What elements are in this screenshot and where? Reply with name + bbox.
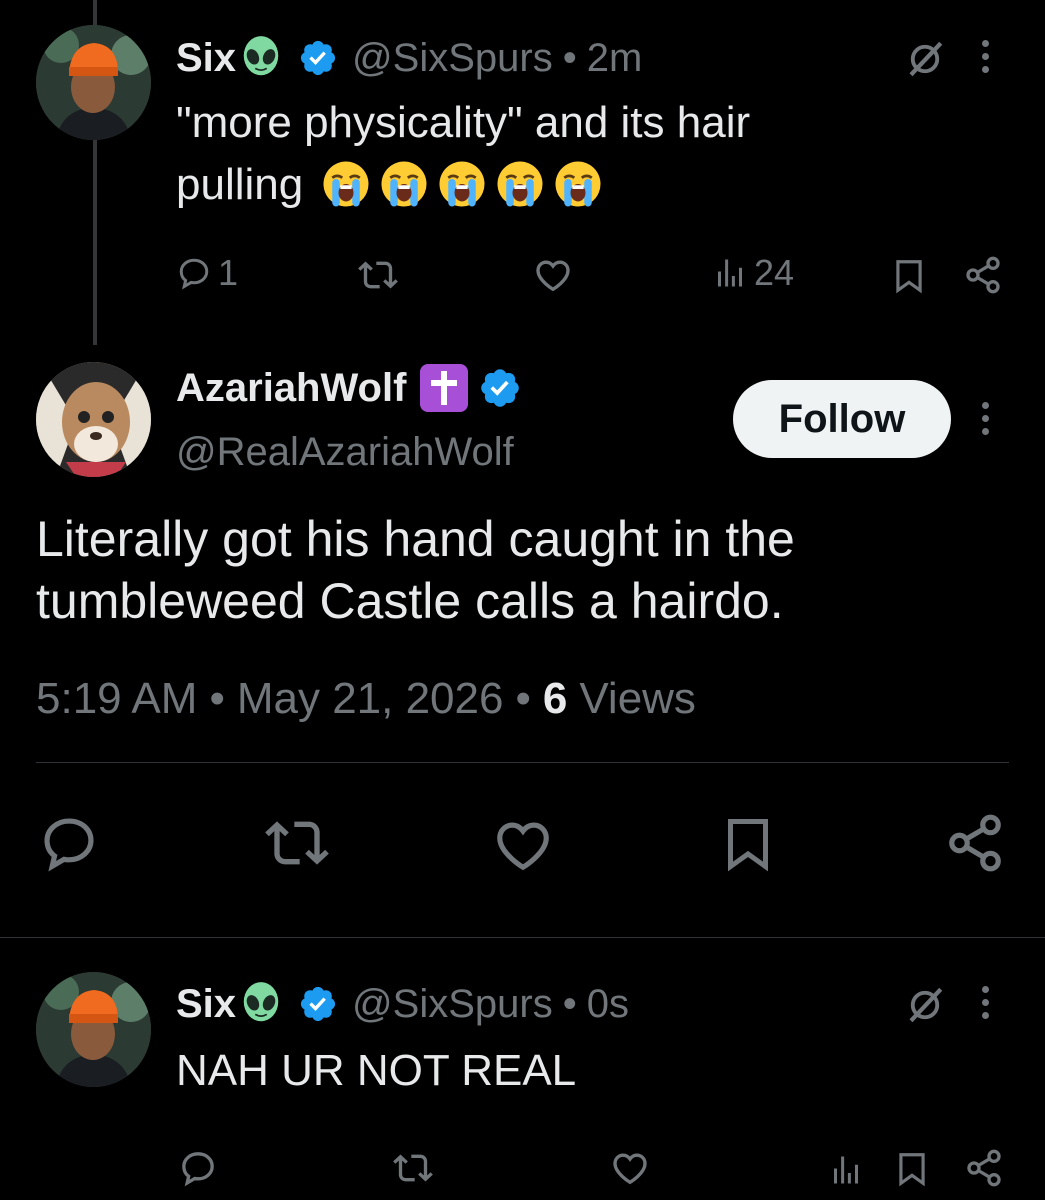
share-icon[interactable] <box>944 812 1006 874</box>
separator-dot: • <box>515 674 531 723</box>
bookmark-icon[interactable] <box>893 1150 931 1188</box>
more-icon[interactable] <box>982 986 989 1019</box>
avatar-photo <box>36 362 151 477</box>
bookmark-icon[interactable] <box>718 814 778 874</box>
views-count: 24 <box>754 252 795 293</box>
tweet-header: Six @SixSpurs • 0s <box>176 978 629 1030</box>
share-icon[interactable] <box>964 1148 1004 1188</box>
reply-icon[interactable] <box>38 812 100 874</box>
tweet-meta: 5:19 AM • May 21, 2026 • 6 Views <box>36 674 696 724</box>
share-icon[interactable] <box>963 255 1003 295</box>
display-name[interactable]: AzariahWolf <box>176 366 406 411</box>
separator-dot: • <box>209 674 225 723</box>
like-icon[interactable] <box>492 814 554 876</box>
loudly-crying-face-emoji-icon <box>437 159 487 209</box>
avatar[interactable] <box>36 25 151 140</box>
tweet-text: "more physicality" and its hair pulling <box>176 92 750 216</box>
tweet-timestamp[interactable]: 2m <box>587 36 643 81</box>
alien-emoji-icon <box>238 35 284 81</box>
tweet-text-line-2: tumbleweed Castle calls a hairdo. <box>36 573 784 629</box>
latin-cross-emoji-icon <box>420 364 469 412</box>
retweet-icon[interactable] <box>393 1148 433 1188</box>
tweet-header: AzariahWolf <box>176 360 522 416</box>
more-icon[interactable] <box>982 40 989 73</box>
bookmark-icon[interactable] <box>890 257 928 295</box>
user-handle[interactable]: @RealAzariahWolf <box>176 430 514 475</box>
avatar[interactable] <box>36 362 151 477</box>
user-handle[interactable]: @SixSpurs <box>352 36 553 81</box>
separator-dot: • <box>562 35 577 80</box>
avatar-photo <box>36 972 151 1087</box>
tweet-date[interactable]: May 21, 2026 <box>237 674 504 724</box>
views-button[interactable]: 24 <box>712 252 794 294</box>
tweet-text-line: Literally got his hand caught in the <box>36 511 795 567</box>
retweet-icon[interactable] <box>265 811 329 875</box>
verified-badge-icon[interactable] <box>298 38 338 78</box>
tweet-text: Literally got his hand caught in the tum… <box>36 508 795 632</box>
verified-badge-icon[interactable] <box>298 984 338 1024</box>
divider <box>36 762 1009 763</box>
more-icon[interactable] <box>982 402 989 435</box>
verified-badge-icon[interactable] <box>478 366 522 410</box>
tweet-text-line-2: pulling <box>176 154 750 216</box>
tweet-text: NAH UR NOT REAL <box>176 1046 577 1095</box>
views-label[interactable]: Views <box>579 674 696 724</box>
separator-dot: • <box>562 981 577 1026</box>
tweet-header: Six @SixSpurs • 2m <box>176 32 642 84</box>
grok-icon[interactable] <box>904 984 946 1026</box>
tweet-text-line: "more physicality" and its hair <box>176 98 751 147</box>
tweet-timestamp[interactable]: 0s <box>587 982 629 1027</box>
display-name[interactable]: Six <box>176 982 236 1027</box>
loudly-crying-face-emoji-icon <box>321 159 371 209</box>
reply-icon <box>176 255 212 291</box>
follow-button[interactable]: Follow <box>733 380 951 458</box>
views-icon[interactable] <box>828 1152 864 1188</box>
views-count: 6 <box>542 674 568 723</box>
avatar[interactable] <box>36 972 151 1087</box>
loudly-crying-face-emoji-icon <box>553 159 603 209</box>
grok-icon[interactable] <box>904 38 946 80</box>
retweet-icon[interactable] <box>358 255 398 295</box>
avatar-photo <box>36 25 151 140</box>
tweet-time[interactable]: 5:19 AM <box>36 674 197 724</box>
divider <box>0 937 1045 938</box>
reply-button[interactable]: 1 <box>176 252 238 294</box>
reply-count: 1 <box>218 252 239 293</box>
display-name[interactable]: Six <box>176 36 236 81</box>
alien-emoji-icon <box>238 981 284 1027</box>
user-handle[interactable]: @SixSpurs <box>352 982 553 1027</box>
views-icon <box>712 255 748 291</box>
reply-icon[interactable] <box>178 1148 218 1188</box>
loudly-crying-face-emoji-icon <box>379 159 429 209</box>
like-icon[interactable] <box>610 1148 650 1188</box>
loudly-crying-face-emoji-icon <box>495 159 545 209</box>
like-icon[interactable] <box>533 255 573 295</box>
